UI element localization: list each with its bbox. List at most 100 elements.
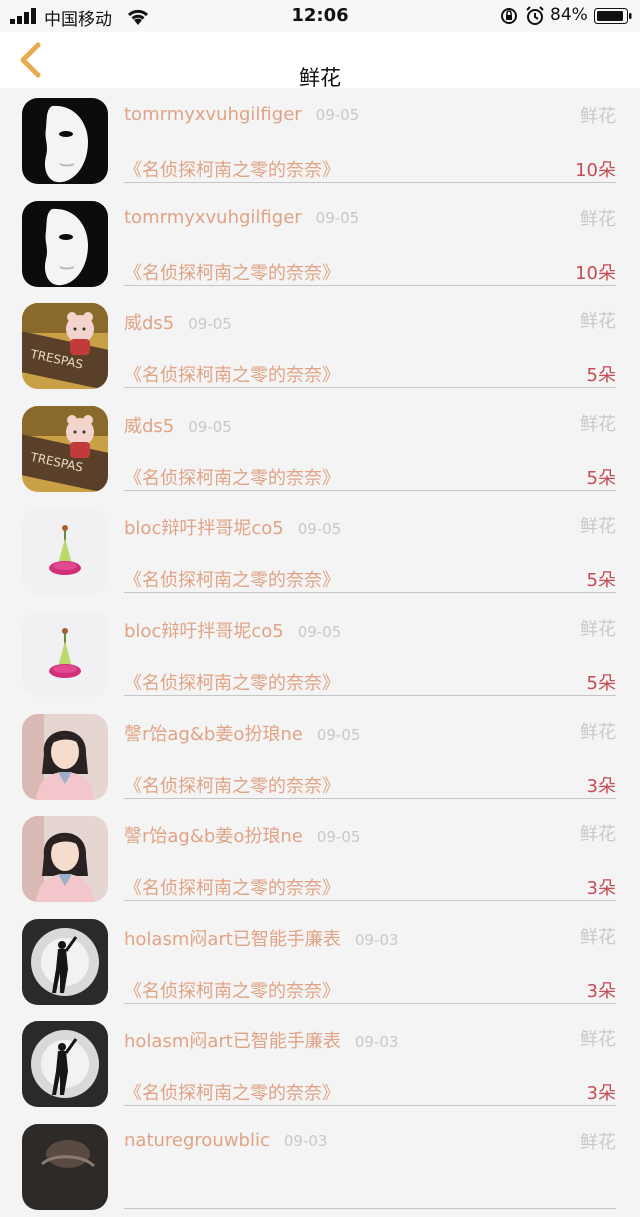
movie-title: 《名侦探柯南之零的奈奈》 bbox=[124, 672, 340, 694]
username: 謦r饴ag&b姜o扮琅ne 09-05 bbox=[124, 720, 360, 746]
gift-type-label: 鲜花 bbox=[580, 824, 616, 846]
movie-title: 《名侦探柯南之零的奈奈》 bbox=[124, 878, 340, 900]
movie-title: 《名侦探柯南之零的奈奈》 bbox=[124, 775, 340, 797]
movie-title: 《名侦探柯南之零的奈奈》 bbox=[124, 365, 340, 387]
username: 威ds5 09-05 bbox=[124, 412, 232, 438]
username: holasm闷art已智能手廉表 09-03 bbox=[124, 1027, 398, 1053]
gift-record-row[interactable]: TRESPAS 威ds5 09-05 鲜花《名侦探柯南之零的奈奈》 5朵 bbox=[0, 396, 640, 499]
mask-avatar-image bbox=[22, 98, 108, 184]
user-avatar[interactable] bbox=[22, 610, 108, 697]
gift-record-row[interactable]: 謦r饴ag&b姜o扮琅ne 09-05 鲜花《名侦探柯南之零的奈奈》 3朵 bbox=[0, 806, 640, 909]
flower-count: 5朵 bbox=[586, 467, 616, 489]
username-text: naturegrouwblic bbox=[124, 1129, 270, 1151]
username-text: bloc辩吁拌哥坭co5 bbox=[124, 518, 284, 540]
user-avatar[interactable]: TRESPAS bbox=[22, 303, 108, 390]
row-divider bbox=[124, 592, 616, 594]
user-avatar[interactable] bbox=[22, 200, 108, 287]
username: naturegrouwblic 09-03 bbox=[124, 1130, 327, 1151]
flower-count: 5朵 bbox=[586, 672, 616, 694]
gift-record-list[interactable]: tomrmyxvuhgilfiger 09-05 鲜花 《名侦探柯南之零的奈奈》 10朵… bbox=[0, 88, 640, 1217]
user-avatar[interactable] bbox=[22, 98, 108, 184]
username-text: bloc辩吁拌哥坭co5 bbox=[124, 620, 284, 642]
username-text: tomrmyxvuhgilfiger bbox=[124, 104, 302, 125]
flower-count: 3朵 bbox=[586, 1083, 616, 1105]
gift-record-row[interactable]: tomrmyxvuhgilfiger 09-05 鲜花 《名侦探柯南之零的奈奈》 10朵 bbox=[0, 88, 640, 191]
username: 謦r饴ag&b姜o扮琅ne 09-05 bbox=[124, 822, 360, 848]
username-text: holasm闷art已智能手廉表 bbox=[124, 1031, 341, 1053]
gift-record-row[interactable]: bloc辩吁拌哥坭co5 09-05 鲜花 《名侦探柯南之零的奈奈》 5朵 bbox=[0, 498, 640, 601]
row-divider bbox=[124, 1207, 616, 1209]
user-avatar[interactable] bbox=[22, 1123, 108, 1210]
gift-type-label: 鲜花 bbox=[580, 516, 616, 538]
user-avatar[interactable] bbox=[22, 713, 108, 800]
username-text: 謦r饴ag&b姜o扮琅ne bbox=[124, 723, 303, 745]
username: 威ds5 09-05 bbox=[124, 309, 232, 335]
gift-record-row[interactable]: 謦r饴ag&b姜o扮琅ne 09-05 鲜花《名侦探柯南之零的奈奈》 3朵 bbox=[0, 704, 640, 807]
username: bloc辩吁拌哥坭co5 09-05 bbox=[124, 514, 341, 540]
flower-count: 5朵 bbox=[586, 365, 616, 387]
row-divider bbox=[124, 694, 616, 696]
flower-avatar-image bbox=[22, 508, 108, 595]
toy-avatar-image: TRESPAS bbox=[22, 303, 108, 390]
gift-record-row[interactable]: holasm闷art已智能手廉表 09-03 鲜花 《名侦探柯南之零的奈奈》 3朵 bbox=[0, 909, 640, 1012]
gift-record-row[interactable]: TRESPAS 威ds5 09-05 鲜花 《名侦探柯南之零的奈奈》 5朵 bbox=[0, 293, 640, 396]
movie-title: 《名侦探柯南之零的奈奈》 bbox=[124, 262, 340, 284]
flower-count: 3朵 bbox=[586, 775, 616, 797]
status-bar: 中国移动 12:06 84% bbox=[0, 0, 640, 32]
user-avatar[interactable] bbox=[22, 918, 108, 1005]
mask-avatar-image bbox=[22, 200, 108, 287]
record-date: 09-05 bbox=[316, 725, 361, 744]
row-divider bbox=[124, 797, 616, 799]
toy-avatar-image: TRESPAS bbox=[22, 405, 108, 492]
flower-count: 3朵 bbox=[586, 878, 616, 900]
row-divider bbox=[124, 900, 616, 902]
record-date: 09-03 bbox=[354, 1033, 399, 1052]
user-avatar[interactable] bbox=[22, 1021, 108, 1108]
username-text: 威ds5 bbox=[124, 313, 175, 335]
movie-title: 《名侦探柯南之零的奈奈》 bbox=[124, 980, 340, 1002]
record-date: 09-05 bbox=[297, 622, 342, 641]
username-text: 謦r饴ag&b姜o扮琅ne bbox=[124, 826, 303, 848]
gift-record-row[interactable]: tomrmyxvuhgilfiger 09-05 鲜花 《名侦探柯南之零的奈奈》 10朵 bbox=[0, 191, 640, 294]
username: tomrmyxvuhgilfiger 09-05 bbox=[124, 207, 359, 228]
flower-count: 3朵 bbox=[586, 980, 616, 1002]
silhouette-avatar-image bbox=[22, 1021, 108, 1108]
row-divider bbox=[124, 489, 616, 491]
user-avatar[interactable]: TRESPAS bbox=[22, 405, 108, 492]
flower-avatar-image bbox=[22, 610, 108, 697]
battery-icon bbox=[594, 8, 632, 24]
gift-type-label: 鲜花 bbox=[580, 413, 616, 435]
gift-type-label: 鲜花 bbox=[580, 1029, 616, 1051]
row-divider bbox=[124, 284, 616, 286]
gift-type-label: 鲜花 bbox=[580, 926, 616, 948]
user-avatar[interactable] bbox=[22, 508, 108, 595]
gift-type-label: 鲜花 bbox=[580, 721, 616, 743]
movie-title: 《名侦探柯南之零的奈奈》 bbox=[124, 467, 340, 489]
username-text: tomrmyxvuhgilfiger bbox=[124, 206, 302, 228]
record-date: 09-05 bbox=[297, 520, 342, 539]
movie-title: 《名侦探柯南之零的奈奈》 bbox=[124, 160, 340, 181]
row-divider bbox=[124, 1105, 616, 1107]
alarm-icon bbox=[526, 6, 544, 25]
username: tomrmyxvuhgilfiger 09-05 bbox=[124, 104, 359, 125]
record-date: 09-05 bbox=[315, 106, 360, 124]
navigation-bar: 鲜花 bbox=[0, 32, 640, 90]
row-divider bbox=[124, 1002, 616, 1004]
row-divider bbox=[124, 182, 616, 183]
username-text: 威ds5 bbox=[124, 415, 175, 437]
record-date: 09-05 bbox=[188, 315, 232, 334]
gift-record-row[interactable]: holasm闷art已智能手廉表 09-03 鲜花《名侦探柯南之零的奈奈》 3朵 bbox=[0, 1011, 640, 1114]
battery-percentage: 84% bbox=[550, 5, 588, 25]
gift-record-row[interactable]: naturegrouwblic 09-03 鲜花 bbox=[0, 1114, 640, 1217]
movie-title: 《名侦探柯南之零的奈奈》 bbox=[124, 1083, 340, 1105]
row-divider bbox=[124, 387, 616, 389]
user-avatar[interactable] bbox=[22, 816, 108, 903]
record-date: 09-05 bbox=[188, 417, 232, 436]
gift-type-label: 鲜花 bbox=[580, 208, 616, 230]
movie-title: 《名侦探柯南之零的奈奈》 bbox=[124, 570, 340, 592]
record-date: 09-03 bbox=[283, 1131, 328, 1150]
gift-record-row[interactable]: bloc辩吁拌哥坭co5 09-05 鲜花 《名侦探柯南之零的奈奈》 5朵 bbox=[0, 601, 640, 704]
gift-type-label: 鲜花 bbox=[580, 1131, 616, 1153]
rotation-lock-icon bbox=[501, 8, 517, 24]
girl-avatar-image bbox=[22, 713, 108, 800]
